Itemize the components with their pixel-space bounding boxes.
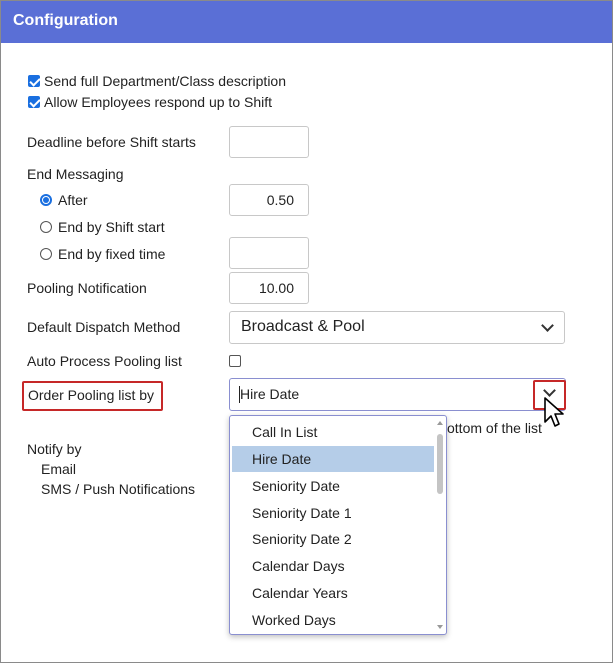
dispatch-method-value: Broadcast & Pool (241, 318, 365, 335)
auto-process-checkbox[interactable] (229, 355, 241, 367)
hidden-behind-text: ottom of the list (447, 420, 542, 436)
dropdown-option-calendar-days[interactable]: Calendar Days (232, 553, 434, 579)
chevron-down-icon (541, 319, 554, 332)
dropdown-option-worked-days[interactable]: Worked Days (232, 607, 434, 633)
dropdown-option-seniority-date[interactable]: Seniority Date (232, 473, 434, 499)
scroll-down-icon[interactable] (437, 625, 443, 629)
dispatch-method-select[interactable]: Broadcast & Pool (229, 311, 565, 344)
order-pooling-select[interactable]: Hire Date (229, 378, 566, 411)
order-pooling-value: Hire Date (240, 386, 300, 402)
deadline-label: Deadline before Shift starts (27, 134, 196, 150)
end-after-input[interactable]: 0.50 (229, 184, 309, 216)
pooling-notification-label: Pooling Notification (27, 280, 147, 296)
dropdown-scrollbar[interactable] (437, 434, 443, 494)
notify-email-label: Email (41, 461, 77, 477)
end-fixed-time-input[interactable] (229, 237, 309, 269)
end-after-label: After (58, 192, 88, 208)
notify-by-label: Notify by (27, 441, 82, 457)
send-full-description-checkbox[interactable] (28, 75, 40, 87)
dropdown-option-call-in-list[interactable]: Call In List (232, 419, 434, 445)
end-by-shift-start-radio[interactable] (40, 221, 52, 233)
dropdown-option-seniority-date-2[interactable]: Seniority Date 2 (232, 526, 434, 552)
end-messaging-label: End Messaging (27, 166, 124, 182)
mouse-pointer-icon (544, 397, 564, 427)
scroll-up-icon[interactable] (437, 421, 443, 425)
deadline-input[interactable] (229, 126, 309, 158)
auto-process-label: Auto Process Pooling list (27, 353, 182, 369)
end-after-radio[interactable] (40, 194, 52, 206)
dispatch-method-label: Default Dispatch Method (27, 319, 181, 335)
order-pooling-label: Order Pooling list by (28, 387, 155, 403)
end-by-shift-start-label: End by Shift start (58, 219, 165, 235)
end-by-fixed-time-label: End by fixed time (58, 246, 166, 262)
dropdown-option-calendar-years[interactable]: Calendar Years (232, 580, 434, 606)
panel-header: Configuration (1, 1, 612, 43)
dropdown-option-seniority-date-1[interactable]: Seniority Date 1 (232, 500, 434, 526)
end-by-fixed-time-radio[interactable] (40, 248, 52, 260)
pooling-notification-input[interactable]: 10.00 (229, 272, 309, 304)
order-pooling-dropdown: Call In List Hire Date Seniority Date Se… (229, 415, 447, 635)
send-full-description-label: Send full Department/Class description (44, 73, 287, 89)
dropdown-option-hire-date[interactable]: Hire Date (232, 446, 434, 472)
allow-respond-up-label: Allow Employees respond up to Shift (44, 94, 273, 110)
text-cursor (239, 386, 240, 403)
allow-respond-up-checkbox[interactable] (28, 96, 40, 108)
notify-sms-label: SMS / Push Notifications (41, 481, 196, 497)
